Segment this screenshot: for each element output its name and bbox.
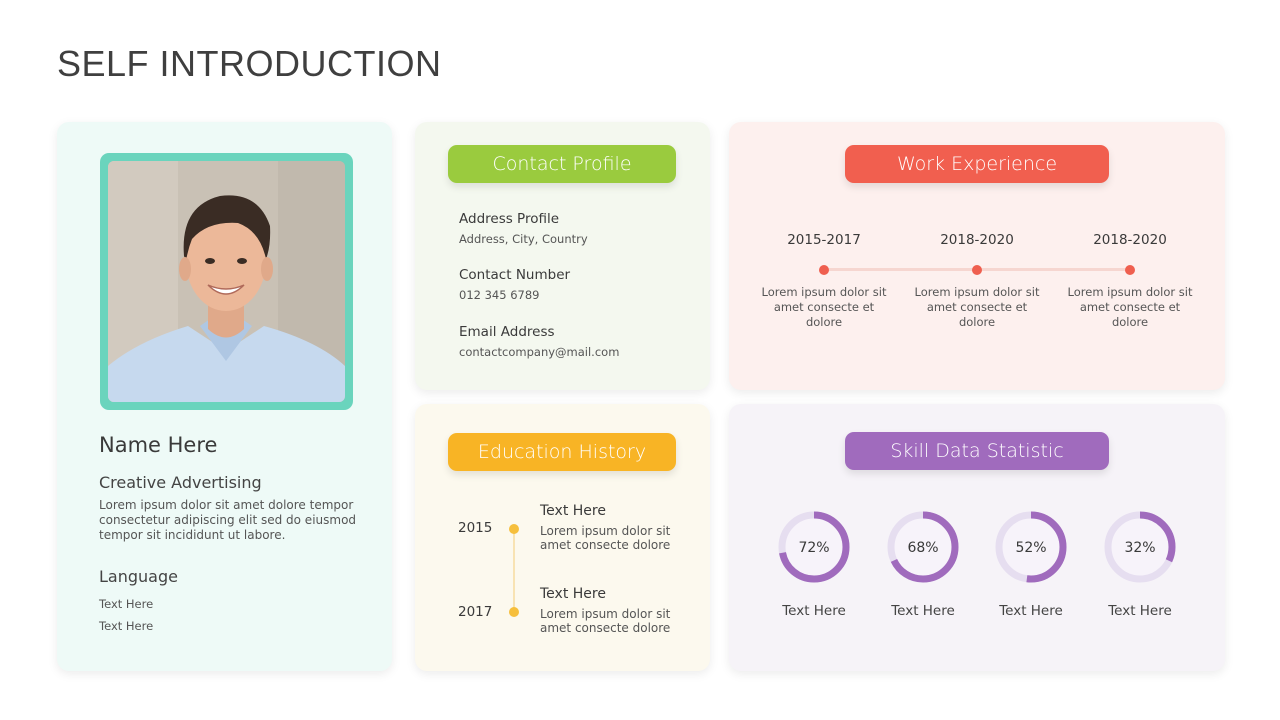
language-heading: Language bbox=[99, 567, 178, 586]
education-title: Text Here bbox=[540, 586, 606, 602]
page-title: SELF INTRODUCTION bbox=[57, 43, 442, 84]
profile-role: Creative Advertising bbox=[99, 473, 262, 492]
work-experience-header: Work Experience bbox=[845, 145, 1109, 183]
profile-card: Name Here Creative Advertising Lorem ips… bbox=[57, 122, 392, 671]
skill-donut: 52% bbox=[995, 511, 1067, 583]
work-timeline-dot bbox=[819, 265, 829, 275]
skill-donut: 72% bbox=[778, 511, 850, 583]
work-year-text: 2018-2020 bbox=[1093, 232, 1167, 248]
education-description: Lorem ipsum dolor sit amet consecte dolo… bbox=[540, 524, 671, 552]
contact-value-email: contactcompany@mail.com bbox=[459, 345, 620, 359]
contact-label-address: Address Profile bbox=[459, 211, 560, 227]
skill-label: Text Here bbox=[1108, 603, 1172, 619]
skill-donut: 32% bbox=[1104, 511, 1176, 583]
work-year: 2015-2017 bbox=[759, 232, 889, 248]
work-year-text: 2015-2017 bbox=[787, 232, 861, 248]
education-year: 2017 bbox=[458, 604, 493, 620]
profile-name: Name Here bbox=[99, 433, 218, 457]
skill-percent: 52% bbox=[1015, 540, 1046, 556]
profile-photo bbox=[108, 161, 345, 402]
work-year: 2018-2020 bbox=[1065, 232, 1195, 248]
skill-percent: 32% bbox=[1124, 540, 1155, 556]
education-timeline-dot bbox=[509, 607, 519, 617]
skill-item: 32% Text Here bbox=[1095, 509, 1185, 619]
skill-donut: 68% bbox=[887, 511, 959, 583]
work-timeline-dot bbox=[972, 265, 982, 275]
contact-label-phone: Contact Number bbox=[459, 267, 571, 283]
work-year: 2018-2020 bbox=[912, 232, 1042, 248]
language-item: Text Here bbox=[99, 597, 154, 611]
skill-label: Text Here bbox=[999, 603, 1063, 619]
contact-label-email: Email Address bbox=[459, 324, 555, 340]
work-experience-card: Work Experience 2015-2017 Lorem ipsum do… bbox=[729, 122, 1225, 390]
education-timeline-line bbox=[513, 529, 515, 613]
skill-statistic-card: Skill Data Statistic 72% Text Here 68% Text… bbox=[729, 404, 1225, 671]
skill-item: 68% Text Here bbox=[878, 509, 968, 619]
work-description: Lorem ipsum dolor sit amet consecte et d… bbox=[761, 285, 887, 329]
contact-value-address: Address, City, Country bbox=[459, 232, 588, 246]
work-description: Lorem ipsum dolor sit amet consecte et d… bbox=[1067, 285, 1193, 329]
profile-bio: Lorem ipsum dolor sit amet dolore tempor… bbox=[99, 498, 357, 542]
education-description: Lorem ipsum dolor sit amet consecte dolo… bbox=[540, 607, 671, 635]
education-history-header: Education History bbox=[448, 433, 676, 471]
person-portrait-icon bbox=[108, 161, 345, 402]
profile-photo-frame bbox=[100, 153, 353, 410]
education-timeline-dot bbox=[509, 524, 519, 534]
skill-item: 52% Text Here bbox=[986, 509, 1076, 619]
contact-card: Contact Profile Address Profile Address,… bbox=[415, 122, 710, 390]
education-title: Text Here bbox=[540, 503, 606, 519]
contact-value-phone: 012 345 6789 bbox=[459, 288, 540, 302]
skill-percent: 68% bbox=[907, 540, 938, 556]
work-timeline-dot bbox=[1125, 265, 1135, 275]
skill-label: Text Here bbox=[891, 603, 955, 619]
language-item: Text Here bbox=[99, 619, 154, 633]
work-description: Lorem ipsum dolor sit amet consecte et d… bbox=[914, 285, 1040, 329]
skill-percent: 72% bbox=[798, 540, 829, 556]
education-card: Education History 2015 Text Here Lorem i… bbox=[415, 404, 710, 671]
skill-label: Text Here bbox=[782, 603, 846, 619]
education-year: 2015 bbox=[458, 520, 493, 536]
skill-statistic-header: Skill Data Statistic bbox=[845, 432, 1109, 470]
skill-item: 72% Text Here bbox=[769, 509, 859, 619]
contact-profile-header: Contact Profile bbox=[448, 145, 676, 183]
work-year-text: 2018-2020 bbox=[940, 232, 1014, 248]
